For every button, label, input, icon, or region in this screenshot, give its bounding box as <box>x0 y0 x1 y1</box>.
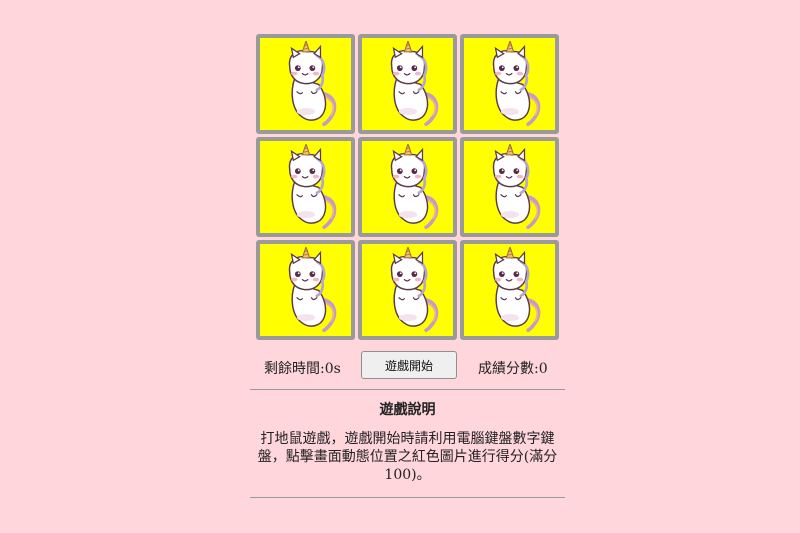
grid-cell[interactable] <box>358 34 457 134</box>
unicorn-icon <box>389 247 438 333</box>
divider-top <box>250 389 565 390</box>
game-board <box>256 34 559 340</box>
grid-cell[interactable] <box>460 34 559 134</box>
grid-cell[interactable] <box>256 137 355 237</box>
start-game-button[interactable]: 遊戲開始 <box>361 351 457 379</box>
instructions-title: 遊戲說明 <box>379 402 436 418</box>
unicorn-icon <box>491 41 540 127</box>
grid-cell[interactable] <box>460 240 559 340</box>
grid-cell[interactable] <box>256 240 355 340</box>
grid-cell[interactable] <box>358 240 457 340</box>
instructions-text: 打地鼠遊戲，遊戲開始時請利用電腦鍵盤數字鍵盤，點擊畫面動態位置之紅色圖片進行得分… <box>257 431 558 483</box>
unicorn-icon <box>491 247 540 333</box>
score-display: 成績分數:0 <box>478 361 548 377</box>
grid-cell[interactable] <box>256 34 355 134</box>
unicorn-icon <box>491 144 540 230</box>
grid-cell[interactable] <box>460 137 559 237</box>
unicorn-icon <box>287 247 336 333</box>
divider-bottom <box>250 497 565 498</box>
time-remaining: 剩餘時間:0s <box>264 361 341 377</box>
unicorn-icon <box>389 41 438 127</box>
grid-cell[interactable] <box>358 137 457 237</box>
unicorn-icon <box>287 144 336 230</box>
unicorn-icon <box>389 144 438 230</box>
status-row: 剩餘時間:0s 遊戲開始 成績分數:0 <box>250 351 566 381</box>
unicorn-icon <box>287 41 336 127</box>
